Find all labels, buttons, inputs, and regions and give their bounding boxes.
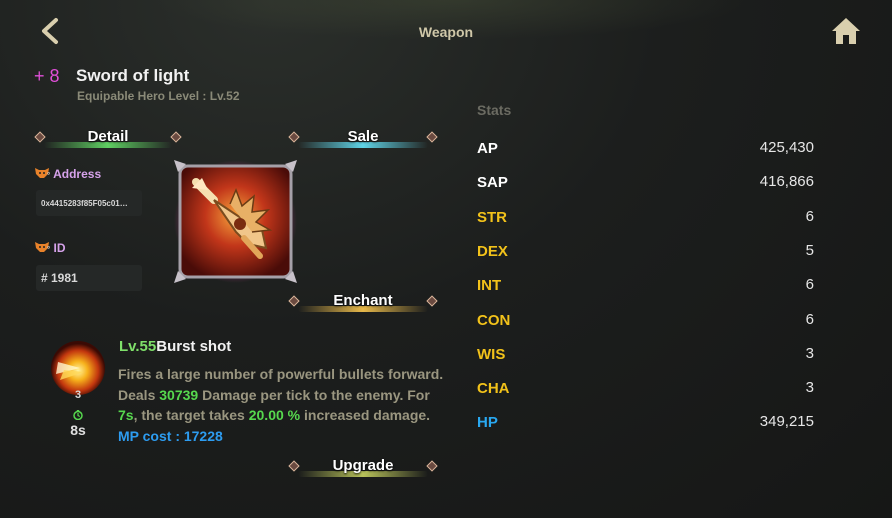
cooldown-icon xyxy=(73,410,83,420)
stat-value: 5 xyxy=(805,242,814,259)
stat-row-ap: AP 425,430 xyxy=(477,139,814,160)
skill-desc-text: increased damage. xyxy=(300,407,431,423)
skill-desc-text: , the target takes xyxy=(133,407,249,423)
skill-percent: 20.00 % xyxy=(248,407,301,423)
page-title: Weapon xyxy=(418,24,474,40)
stat-row-str: STR 6 xyxy=(477,208,814,229)
skill-description: Fires a large number of powerful bullets… xyxy=(118,364,448,446)
stat-row-wis: WIS 3 xyxy=(477,345,814,366)
home-icon xyxy=(832,18,860,44)
weapon-image xyxy=(174,160,297,283)
stat-value: 6 xyxy=(805,276,814,293)
tab-gem-left xyxy=(288,460,300,472)
stat-row-dex: DEX 5 xyxy=(477,242,814,263)
tab-gem-right xyxy=(426,295,438,307)
stat-value: 416,866 xyxy=(759,173,814,190)
enchant-button-label: Enchant xyxy=(333,292,393,309)
item-name: Sword of light xyxy=(76,66,190,85)
tab-gem-right xyxy=(426,460,438,472)
stat-value: 349,215 xyxy=(759,413,814,430)
skill-damage: 30739 xyxy=(159,386,199,403)
id-label-text: ID xyxy=(53,241,66,255)
tab-gem-right xyxy=(170,131,182,143)
stat-value: 425,430 xyxy=(759,139,814,156)
stat-name: CHA xyxy=(477,380,510,397)
stat-name: INT xyxy=(477,277,502,294)
id-label: ° ID xyxy=(47,241,66,255)
tab-gem-left xyxy=(34,131,46,143)
stat-row-sap: SAP 416,866 xyxy=(477,173,814,194)
mp-cost: MP cost : 17228 xyxy=(118,427,223,444)
stat-name: DEX xyxy=(477,243,508,260)
stat-name: WIS xyxy=(477,346,506,363)
id-value: # 1981 xyxy=(36,265,142,291)
tab-detail-label: Detail xyxy=(87,128,129,145)
stat-value: 3 xyxy=(805,345,814,362)
address-label-text: Address xyxy=(53,167,102,181)
sale-button-label: Sale xyxy=(347,128,379,145)
enchant-button[interactable]: Enchant xyxy=(288,290,438,314)
cooldown-value: 8s xyxy=(70,422,86,438)
home-button[interactable] xyxy=(830,16,862,46)
skill-duration: 7s xyxy=(118,407,134,423)
skill-name: Burst shot xyxy=(156,338,232,355)
skill-level: Lv.55 xyxy=(119,338,157,355)
stat-name: STR xyxy=(477,209,507,226)
address-label: ° Address xyxy=(47,167,102,181)
stat-name: AP xyxy=(477,140,498,157)
skill-title: Lv.55Burst shot xyxy=(119,338,231,355)
stat-value: 6 xyxy=(805,311,814,328)
stats-header: Stats xyxy=(477,102,512,118)
stat-row-int: INT 6 xyxy=(477,276,814,297)
equip-level: Equipable Hero Level : Lv.52 xyxy=(77,89,240,103)
stat-row-cha: CHA 3 xyxy=(477,379,814,400)
stat-row-hp: HP 349,215 xyxy=(477,413,814,434)
stat-name: SAP xyxy=(477,174,508,191)
stat-name: HP xyxy=(477,414,498,431)
enhance-level: + 8 xyxy=(34,66,60,86)
stat-value: 3 xyxy=(805,379,814,396)
tab-gem-left xyxy=(288,131,300,143)
stat-name: CON xyxy=(477,312,511,329)
tab-gem-right xyxy=(426,131,438,143)
tab-detail[interactable]: Detail xyxy=(34,126,182,150)
sale-button[interactable]: Sale xyxy=(288,126,438,150)
address-value[interactable]: 0x4415283f85F05c01… xyxy=(36,190,142,216)
stat-value: 6 xyxy=(805,208,814,225)
upgrade-button[interactable]: Upgrade xyxy=(288,455,438,479)
skill-desc-text: Damage per tick to the enemy. For xyxy=(198,386,430,403)
stat-row-con: CON 6 xyxy=(477,311,814,332)
burst-shot-skill-icon xyxy=(51,341,105,395)
tab-gem-left xyxy=(288,295,300,307)
skill-count: 3 xyxy=(74,389,82,401)
upgrade-button-label: Upgrade xyxy=(332,457,394,474)
